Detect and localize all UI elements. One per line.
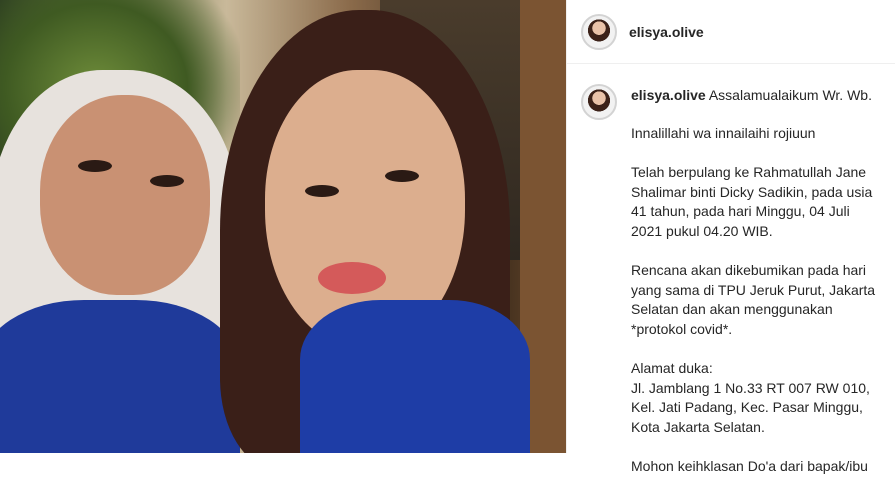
post-username[interactable]: elisya.olive (629, 24, 704, 40)
instagram-post: elisya.olive elisya.olive Assalamualaiku… (0, 0, 895, 474)
caption-paragraph: Rencana akan dikebumikan pada hari yang … (631, 262, 876, 337)
caption-greeting: Assalamualaikum Wr. Wb. (708, 87, 872, 103)
person-left-eye (150, 175, 184, 187)
person-right-eye (305, 185, 339, 197)
person-left-face (40, 95, 210, 295)
person-left-jacket (0, 300, 240, 453)
post-sidebar: elisya.olive elisya.olive Assalamualaiku… (566, 0, 895, 474)
person-right-eye (385, 170, 419, 182)
caption-username[interactable]: elisya.olive (631, 87, 706, 103)
caption-paragraph: Innalillahi wa innailaihi rojiuun (631, 124, 816, 141)
caption-body: elisya.olive Assalamualaikum Wr. Wb. Inn… (631, 86, 881, 497)
caption-paragraph: Mohon keihklasan Do'a dari bapak/ibu (631, 458, 868, 474)
caption-paragraph: Telah berpulang ke Rahmatullah Jane Shal… (631, 164, 873, 239)
profile-avatar-icon[interactable] (581, 84, 617, 120)
post-header: elisya.olive (567, 0, 895, 64)
profile-avatar-icon[interactable] (581, 13, 617, 50)
caption-comment: elisya.olive Assalamualaikum Wr. Wb. Inn… (567, 64, 895, 497)
person-left-eye (78, 160, 112, 172)
person-right-lips (318, 262, 386, 294)
person-right-jacket (300, 300, 530, 453)
post-photo[interactable] (0, 0, 566, 453)
caption-first-line: elisya.olive Assalamualaikum Wr. Wb. (631, 86, 881, 106)
caption-paragraph: Alamat duka: Jl. Jamblang 1 No.33 RT 007… (631, 360, 870, 435)
